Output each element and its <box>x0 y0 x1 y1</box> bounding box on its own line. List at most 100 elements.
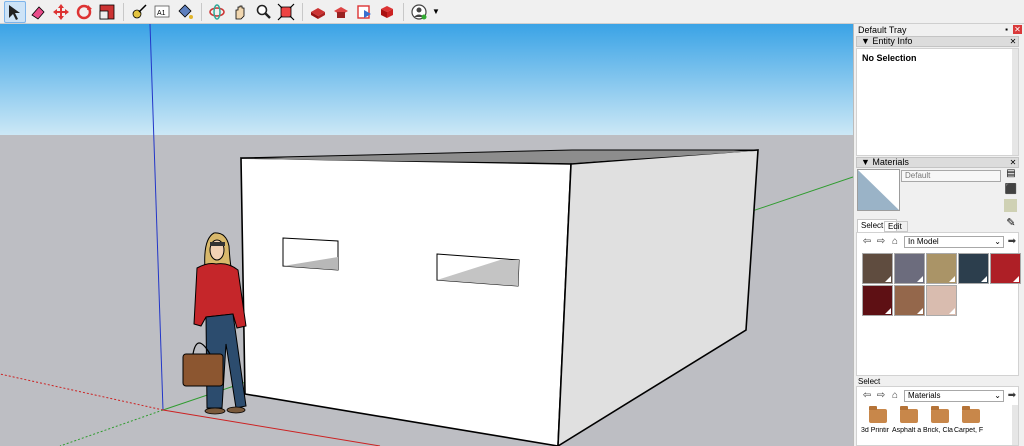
details-arrow-icon[interactable]: ➡ <box>1006 390 1018 402</box>
scale-icon <box>99 4 115 19</box>
chevron-down-icon: ⌄ <box>994 391 1001 400</box>
account-dropdown-arrow-icon[interactable]: ▼ <box>432 7 440 16</box>
text-icon: A1 <box>154 5 170 17</box>
eraser-tool-button[interactable] <box>27 1 49 23</box>
close-icon[interactable]: ✕ <box>1013 25 1022 34</box>
scene-canvas[interactable] <box>0 24 853 446</box>
send-to-layout-icon <box>357 4 371 19</box>
scale-tool-button[interactable] <box>96 1 118 23</box>
pan-tool-button[interactable] <box>229 1 251 23</box>
material-swatch[interactable] <box>862 253 893 284</box>
library-folder[interactable]: Brick, Cla <box>923 406 953 439</box>
folder-icon <box>900 406 918 423</box>
home-icon[interactable]: ⌂ <box>889 236 901 248</box>
extension-warehouse-icon <box>334 6 348 18</box>
display-secondary-selection-icon[interactable]: ▤ <box>1004 168 1018 182</box>
folder-icon <box>869 406 887 423</box>
materials-header[interactable]: ▼ Materials ✕ <box>856 157 1019 168</box>
tray-window-buttons: ▪ ✕ <box>1002 25 1022 34</box>
entity-info-status: No Selection <box>862 53 917 63</box>
folder-icon <box>931 406 949 423</box>
account-icon <box>411 3 427 20</box>
library-folder-label: Brick, Cla <box>923 427 953 434</box>
library-folder-label: 3d Printir <box>861 427 890 434</box>
select-arrow-icon <box>9 4 20 20</box>
materials-select-body: ⇦ ⇨ ⌂ In Model ⌄ ➡ <box>856 232 1021 376</box>
library-collection-select[interactable]: Materials ⌄ <box>904 390 1004 402</box>
material-swatch[interactable] <box>894 285 925 316</box>
library-collection-value: Materials <box>908 391 941 400</box>
forward-icon[interactable]: ⇨ <box>875 236 887 248</box>
material-swatch[interactable] <box>958 253 989 284</box>
extension-warehouse-tool-button[interactable] <box>330 1 352 23</box>
paint-bucket-icon <box>178 3 193 19</box>
text-tool-button[interactable]: A1 <box>151 1 173 23</box>
close-icon[interactable]: ✕ <box>1009 37 1017 46</box>
toolbar-separator <box>123 2 124 21</box>
entity-info-body: No Selection <box>856 48 1019 156</box>
window-right[interactable] <box>436 253 520 287</box>
zoom-extents-icon <box>277 3 295 20</box>
eyedropper-icon[interactable]: ✎ <box>1004 216 1018 230</box>
orbit-tool-button[interactable] <box>206 1 228 23</box>
zoom-tool-button[interactable] <box>252 1 274 23</box>
details-arrow-icon[interactable]: ➡ <box>1006 236 1018 248</box>
library-folder[interactable]: 3d Printir <box>861 406 891 439</box>
select-arrow-tool-button[interactable] <box>4 0 26 23</box>
library-folder[interactable]: Carpet, F <box>954 406 984 439</box>
library-body: ⇦ ⇨ ⌂ Materials ⌄ ➡ 3d Printir Asphalt aB… <box>856 386 1019 446</box>
material-swatch[interactable] <box>990 253 1021 284</box>
materials-collection-value: In Model <box>908 237 939 246</box>
tray-title: Default Tray <box>858 25 907 35</box>
toolbar-separator <box>201 2 202 21</box>
back-icon[interactable]: ⇦ <box>861 390 873 402</box>
paint-bucket-tool-button[interactable] <box>174 1 196 23</box>
create-material-icon[interactable]: ⬛ <box>1004 184 1018 198</box>
material-name-field[interactable]: Default <box>901 170 1001 182</box>
forward-icon[interactable]: ⇨ <box>875 390 887 402</box>
toolbar-separator <box>302 2 303 21</box>
move-tool-button[interactable] <box>50 1 72 23</box>
library-label: Select <box>858 377 881 386</box>
folder-icon <box>962 406 980 423</box>
extension-manager-icon <box>381 5 393 18</box>
main-toolbar: A1 ▼ <box>0 0 1024 24</box>
material-swatch[interactable] <box>926 253 957 284</box>
material-swatch[interactable] <box>894 253 925 284</box>
modeling-viewport[interactable] <box>0 24 853 446</box>
entity-info-scrollbar[interactable] <box>1012 49 1018 155</box>
zoom-icon <box>256 4 271 19</box>
materials-title: ▼ Materials <box>861 157 909 167</box>
sample-paint-swatch[interactable] <box>1004 199 1017 212</box>
3d-warehouse-tool-button[interactable] <box>307 1 329 23</box>
entity-info-title: ▼ Entity Info <box>861 36 913 46</box>
zoom-extents-tool-button[interactable] <box>275 1 297 23</box>
close-icon[interactable]: ✕ <box>1009 158 1017 167</box>
send-to-layout-tool-button[interactable] <box>353 1 375 23</box>
material-swatch[interactable] <box>926 285 957 316</box>
pin-icon[interactable]: ▪ <box>1002 25 1011 34</box>
sky <box>0 24 853 135</box>
3d-warehouse-icon <box>311 7 325 19</box>
library-folder[interactable]: Asphalt a <box>892 406 922 439</box>
eraser-icon <box>31 5 45 20</box>
tab-edit[interactable]: Edit <box>884 221 908 232</box>
rotate-icon <box>76 4 92 19</box>
home-icon[interactable]: ⌂ <box>889 390 901 402</box>
tape-measure-tool-button[interactable] <box>128 1 150 23</box>
window-left[interactable] <box>282 237 339 271</box>
default-tray: Default Tray ▪ ✕ ▼ Entity Info ✕ No Sele… <box>853 24 1024 446</box>
materials-collection-select[interactable]: In Model ⌄ <box>904 236 1004 248</box>
entity-info-header[interactable]: ▼ Entity Info ✕ <box>856 36 1019 47</box>
svg-text:A1: A1 <box>157 10 166 17</box>
library-scrollbar[interactable] <box>1012 405 1018 445</box>
material-swatch[interactable] <box>862 285 893 316</box>
toolbar-separator <box>403 2 404 21</box>
back-icon[interactable]: ⇦ <box>861 236 873 248</box>
pan-icon <box>235 5 245 19</box>
rotate-tool-button[interactable] <box>73 1 95 23</box>
material-preview[interactable] <box>857 169 900 211</box>
extension-manager-tool-button[interactable] <box>376 1 398 23</box>
library-folder-label: Carpet, F <box>954 427 984 434</box>
account-tool-button[interactable] <box>408 1 430 23</box>
